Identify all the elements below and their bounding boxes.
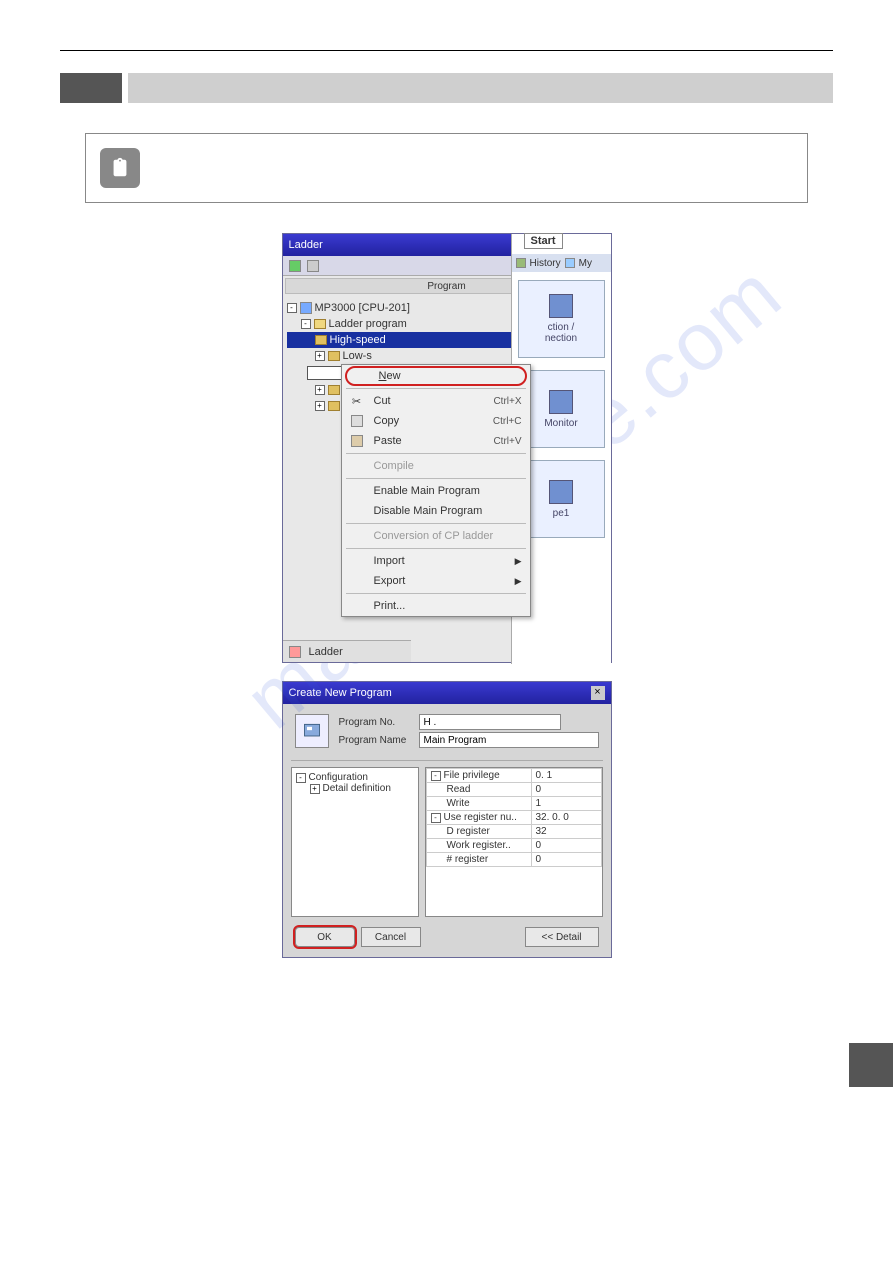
page-side-tab [849,1043,893,1087]
section-band [128,73,833,103]
history-label[interactable]: History [530,258,561,269]
menu-compile: Compile [342,456,530,476]
menu-paste[interactable]: PasteCtrl+V [342,431,530,451]
my-label[interactable]: My [579,258,592,269]
config-tree[interactable]: -Configuration +Detail definition [291,767,419,917]
folder-icon [315,335,327,345]
ladder-panel: Ladder ▾ ▪ × Program -MP3000 [CPU-201] -… [282,233,612,663]
note-box [85,133,808,203]
menu-copy[interactable]: CopyCtrl+C [342,411,530,431]
menu-enable-main[interactable]: Enable Main Program [342,481,530,501]
start-card-monitor[interactable]: Monitor [518,370,605,448]
menu-disable-main[interactable]: Disable Main Program [342,501,530,521]
tool-icon-2[interactable] [307,260,319,272]
menu-cut[interactable]: ✂ CutCtrl+X [342,391,530,411]
cancel-button[interactable]: Cancel [361,927,421,947]
tool-icon-1[interactable] [289,260,301,272]
dialog-title: Create New Program [289,687,392,699]
menu-new[interactable]: NNewew [345,366,527,386]
dialog-titlebar: Create New Program × [283,682,611,704]
menu-export[interactable]: Export▶ [342,571,530,591]
clipboard-icon [100,148,140,188]
program-name-label: Program Name [339,735,419,746]
start-tab[interactable]: Start [524,233,563,249]
property-grid[interactable]: -File privilege0. 1 Read0 Write1 -Use re… [425,767,603,917]
folder-icon [328,351,340,361]
ladder-bottom-tabs: Ladder [283,640,411,662]
scissors-icon: ✂ [352,395,361,408]
menu-convert: Conversion of CP ladder [342,526,530,546]
program-no-label: Program No. [339,717,419,728]
folder-open-icon [314,319,326,329]
device-icon [300,302,312,314]
menu-import[interactable]: Import▶ [342,551,530,571]
menu-print[interactable]: Print... [342,596,530,616]
start-card-scope[interactable]: pe1 [518,460,605,538]
context-menu: NNewew ✂ CutCtrl+X CopyCtrl+C PasteCtrl+… [341,364,531,617]
my-icon [565,258,575,268]
start-card-connection[interactable]: ction / nection [518,280,605,358]
program-no-input[interactable] [419,714,561,730]
folder-icon [328,401,340,411]
monitor-icon [549,390,573,414]
config-root[interactable]: Configuration [309,772,368,783]
history-icon [516,258,526,268]
detail-button[interactable]: << Detail [525,927,599,947]
detail-definition[interactable]: Detail definition [323,783,391,794]
program-icon [295,714,329,748]
scope-icon [549,480,573,504]
section-header [60,73,833,103]
header-rule [60,50,833,51]
ladder-tab-icon [289,646,301,658]
program-name-input[interactable] [419,732,599,748]
start-toolbar: History My [512,254,611,272]
ladder-title: Ladder [289,239,323,251]
close-icon[interactable]: × [591,686,605,700]
ok-button[interactable]: OK [295,927,355,947]
ladder-tab[interactable]: Ladder [309,646,343,658]
paste-icon [351,435,363,447]
copy-icon [351,415,363,427]
create-program-dialog: Create New Program × Program No. Program [282,681,612,958]
folder-icon [328,385,340,395]
connection-icon [549,294,573,318]
section-tab [60,73,122,103]
